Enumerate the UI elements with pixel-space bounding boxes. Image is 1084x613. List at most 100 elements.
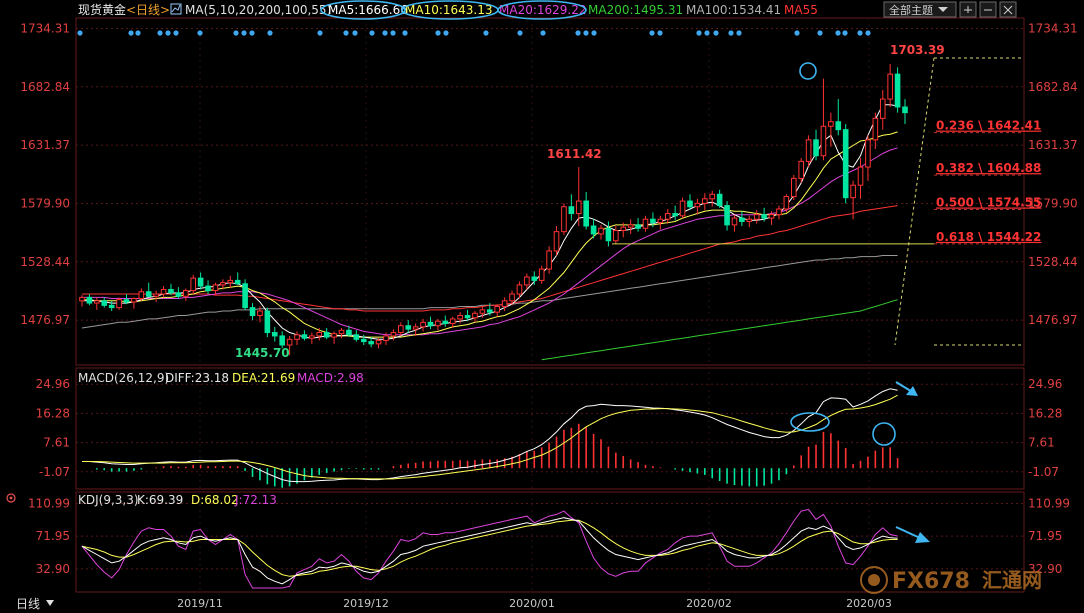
candlestick <box>249 303 256 321</box>
candle-body <box>694 202 701 208</box>
macd-bar-highlight <box>872 422 896 446</box>
event-dot <box>696 30 702 36</box>
candle-body <box>642 218 649 229</box>
candle-body <box>442 320 449 324</box>
candle-body <box>761 214 767 219</box>
event-dot <box>483 30 489 36</box>
candlestick <box>724 201 730 231</box>
candle-body <box>316 332 323 337</box>
candlestick <box>338 328 345 339</box>
candle-body <box>605 227 612 242</box>
close-button[interactable] <box>999 1 1017 18</box>
candlestick <box>694 198 701 215</box>
macd-tick-right: 7.61 <box>1028 436 1055 450</box>
period-switch-label: 日线 <box>16 597 40 611</box>
event-dot <box>77 30 83 36</box>
period-label: <日线> <box>126 3 170 17</box>
candle-body <box>94 300 100 304</box>
candle-body <box>598 227 604 235</box>
candle-body <box>464 315 471 319</box>
candle-body <box>168 288 174 294</box>
candle-body <box>650 218 656 224</box>
event-dot <box>583 30 589 36</box>
candle-body <box>879 98 886 119</box>
candlestick <box>101 297 108 308</box>
candle-body <box>627 224 634 228</box>
price-tick-right: 1734.31 <box>1028 21 1078 35</box>
price-tick-left: 1476.97 <box>20 313 70 327</box>
candlestick <box>153 290 159 302</box>
candle-body <box>375 339 382 345</box>
candlestick <box>672 205 678 221</box>
candle-body <box>116 299 122 309</box>
low-annotation: 1445.70 <box>235 346 290 360</box>
candlestick <box>575 167 582 226</box>
candle-body <box>242 283 248 309</box>
candlestick <box>360 334 367 345</box>
macd-tick-right: 16.28 <box>1028 406 1062 420</box>
candlestick <box>190 274 197 294</box>
candle-body <box>383 335 389 341</box>
fib-level-label: 0.618 \ 1544.22 <box>936 230 1041 244</box>
main-panel <box>75 17 1025 366</box>
mid-high-annotation: 1611.42 <box>547 147 602 161</box>
candle-body <box>790 177 797 198</box>
restore-button[interactable] <box>959 1 977 18</box>
candle-body <box>509 293 515 302</box>
candle-body <box>123 299 130 303</box>
event-dot <box>657 30 663 36</box>
candle-body <box>420 321 426 328</box>
candlestick <box>709 190 716 207</box>
candle-body <box>257 310 263 317</box>
candlestick <box>872 112 879 149</box>
candlestick <box>353 330 360 342</box>
date-label: 2019/12 <box>343 597 389 610</box>
candle-body <box>568 206 575 215</box>
candle-body <box>894 73 901 108</box>
candle-body <box>724 205 730 226</box>
candlestick <box>427 316 434 330</box>
candlestick <box>301 330 308 341</box>
chart-canvas: 现货黄金 <日线> MA(5,10,20,200,100,55) MA5:166… <box>6 0 1078 611</box>
candlestick <box>583 192 589 230</box>
candle-body <box>435 320 441 327</box>
candlestick <box>642 215 649 232</box>
candle-body <box>620 226 627 232</box>
candle-body <box>368 341 374 345</box>
candle-body <box>887 73 893 100</box>
candle-body <box>145 291 152 297</box>
event-dot <box>352 30 358 36</box>
gear-icon[interactable] <box>6 493 16 503</box>
ma-label: MA(5,10,20,200,100,55) <box>185 3 331 17</box>
candlestick <box>160 286 167 298</box>
candle-body <box>309 335 315 339</box>
event-dot <box>540 30 546 36</box>
candle-body <box>472 312 478 319</box>
kdj-tick-left: 110.99 <box>28 497 70 511</box>
macd-tick-left: -1.07 <box>39 465 70 479</box>
candle-body <box>486 309 493 313</box>
candlestick <box>865 135 871 181</box>
macd-tick-left: 24.96 <box>36 377 70 391</box>
kdj-arrow-icon <box>895 526 930 543</box>
candle-body <box>561 206 567 233</box>
candle-body <box>457 315 463 320</box>
theme-selector[interactable]: 全部主题 <box>883 1 957 18</box>
time-axis: 2019/11 2019/12 2020/01 2020/02 2020/03 <box>177 597 892 610</box>
minimize-button[interactable] <box>979 1 997 18</box>
period-switch[interactable]: 日线 <box>16 597 54 611</box>
macd-dea: DEA:21.69 <box>232 371 295 385</box>
candlestick <box>613 226 619 245</box>
fibonacci-overlay: 0.236 \ 1642.41 0.382 \ 1604.88 0.500 \ 15… <box>612 57 1041 346</box>
candle-body <box>731 217 738 226</box>
event-dot <box>865 30 871 36</box>
candle-body <box>360 338 367 343</box>
kdj-k-line <box>81 517 898 585</box>
event-dot <box>267 30 273 36</box>
kdj-label: KDJ(9,3,3) <box>78 493 139 507</box>
candle-body <box>746 218 753 222</box>
event-dot <box>794 30 800 36</box>
macd-label: MACD(26,12,9) <box>78 371 169 385</box>
candlestick <box>205 280 211 294</box>
candle-body <box>501 300 508 307</box>
